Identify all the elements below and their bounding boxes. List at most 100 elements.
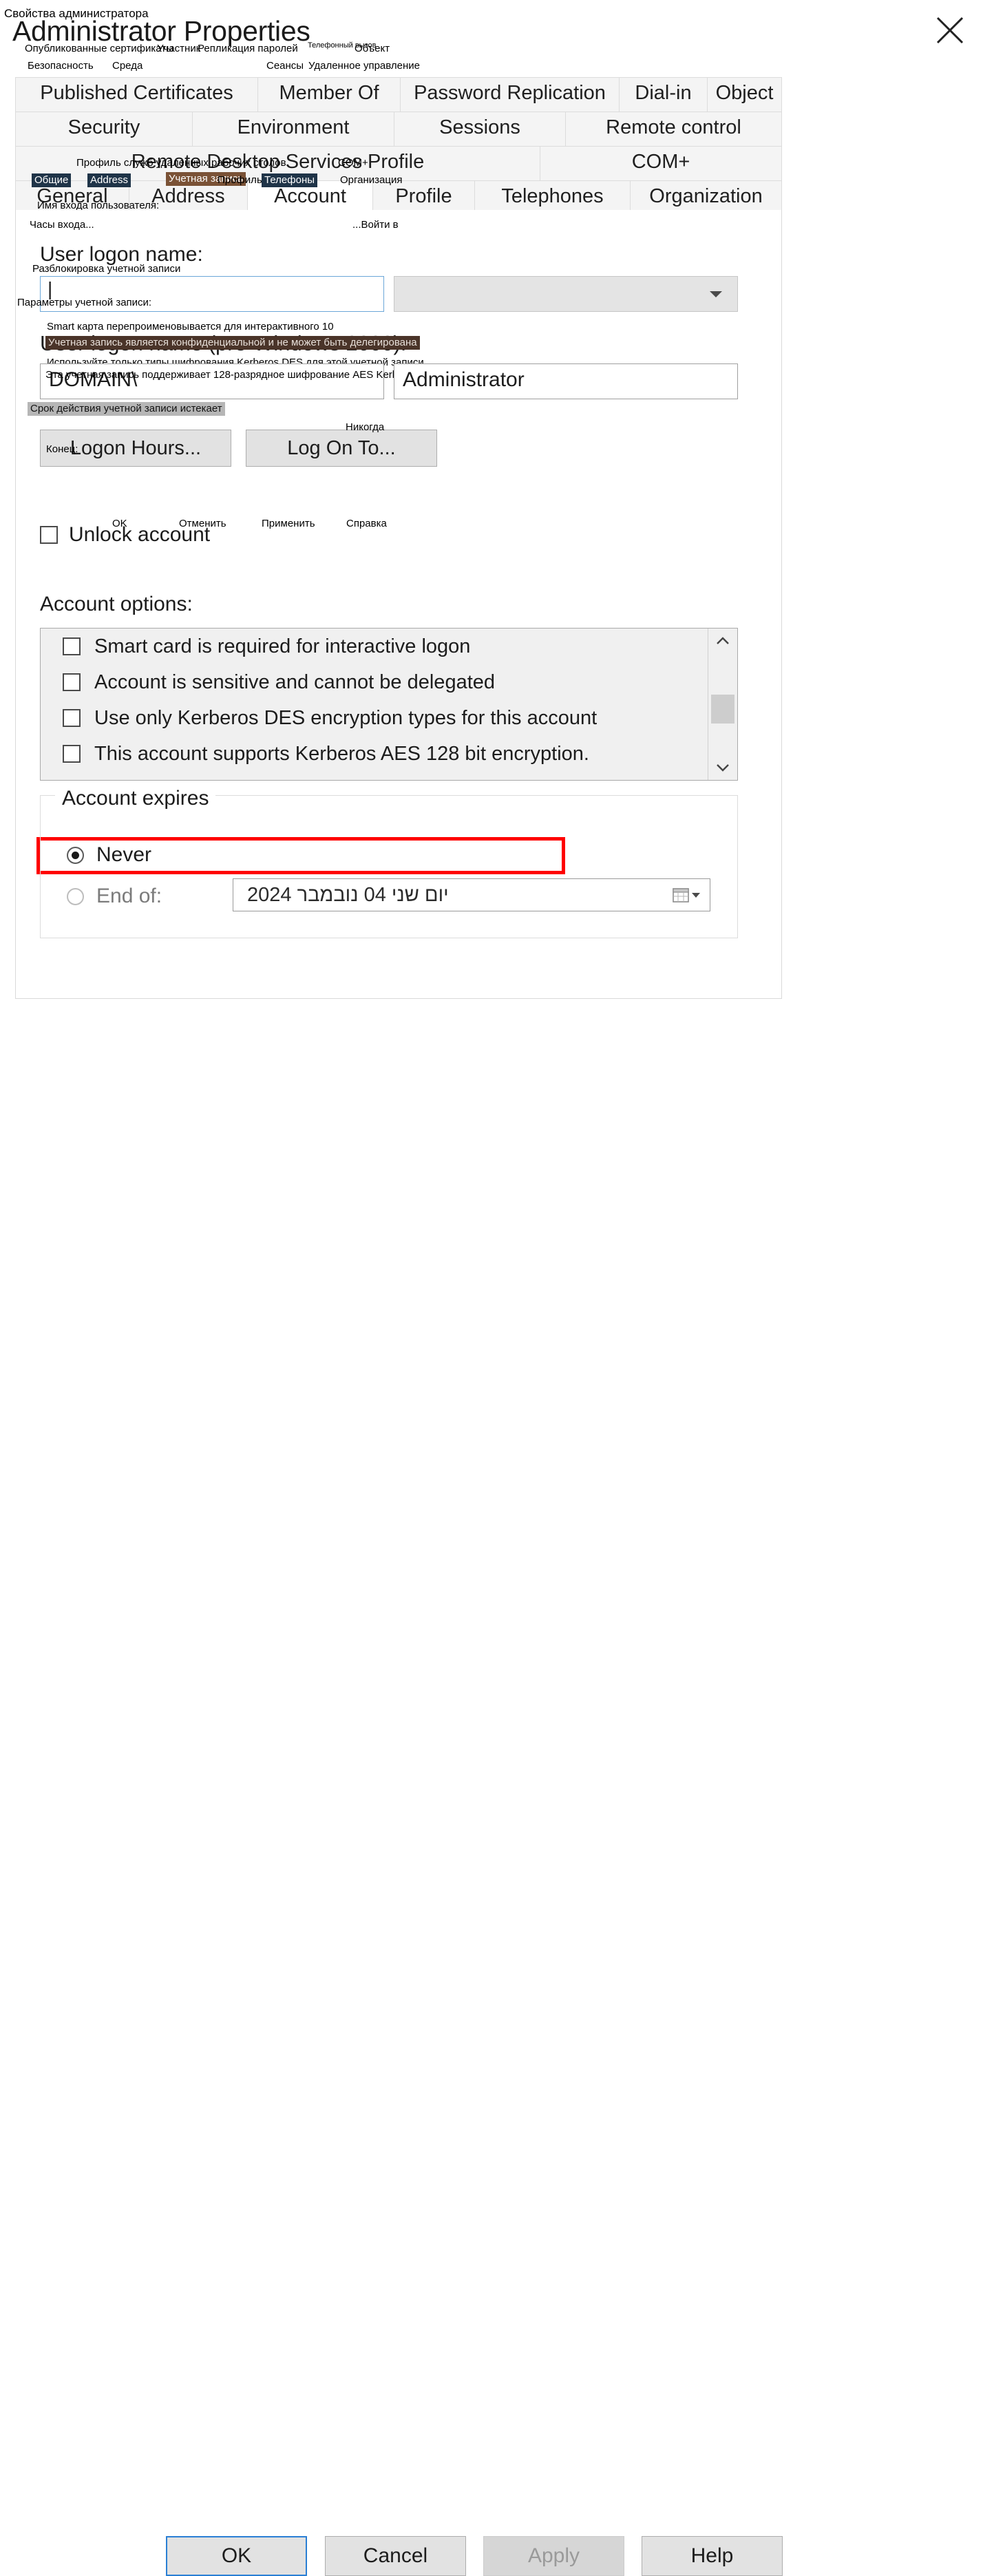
- tab-translation-row0-4: Объект: [355, 43, 390, 54]
- account-options-listbox[interactable]: Smart card is required for interactive l…: [40, 628, 738, 781]
- tab-dial-in[interactable]: Dial-in: [620, 78, 708, 112]
- apply-translation: Применить: [262, 518, 315, 529]
- end-of-radio-row[interactable]: End of:: [67, 885, 162, 908]
- account-option-label: Account is sensitive and cannot be deleg…: [94, 671, 496, 693]
- log-on-to-button[interactable]: Log On To...: [246, 430, 437, 467]
- tab-label: Dial-in: [635, 82, 692, 104]
- never-label: Never: [96, 843, 152, 866]
- tab-label: Organization: [649, 185, 763, 207]
- tab-overlay-translation-3: Address: [87, 173, 131, 187]
- tab-label: Object: [715, 82, 774, 104]
- tab-label: Profile: [395, 185, 452, 207]
- ok-button-label: OK: [221, 2544, 252, 2567]
- tab-translation-row1-1: Среда: [112, 60, 143, 72]
- apply-button[interactable]: Apply: [483, 2536, 624, 2576]
- tab-security[interactable]: Security: [16, 112, 193, 146]
- calendar-dropdown-icon[interactable]: [673, 887, 700, 902]
- account-expires-group: [40, 795, 738, 938]
- account-option-row[interactable]: Account is sensitive and cannot be deleg…: [41, 664, 737, 700]
- scroll-down-icon[interactable]: [708, 755, 737, 780]
- upn-suffix-dropdown[interactable]: [394, 276, 738, 312]
- scrollbar-thumb[interactable]: [711, 695, 734, 724]
- scroll-up-icon[interactable]: [708, 629, 737, 653]
- account-options-translation: Параметры учетной записи:: [17, 297, 152, 308]
- unlock-account-translation: Разблокировка учетной записи: [32, 263, 181, 275]
- tab-label: Environment: [237, 116, 350, 138]
- close-icon[interactable]: [932, 12, 968, 48]
- account-option-label: Smart card is required for interactive l…: [94, 635, 471, 657]
- log-on-to-button-label: Log On To...: [287, 436, 396, 459]
- account-expires-date-input[interactable]: יום שני 04 נובמבר 2024: [233, 878, 710, 911]
- tab-row-security[interactable]: Security Environment Sessions Remote contro…: [16, 112, 781, 147]
- end-translation: Конец:: [46, 443, 78, 455]
- cancel-button[interactable]: Cancel: [325, 2536, 466, 2576]
- account-option-row[interactable]: Use only Kerberos DES encryption types f…: [41, 700, 737, 736]
- tab-label: Member Of: [279, 82, 379, 104]
- tab-overlay-translation-0: Профиль служб удаленных рабочих столов: [76, 157, 286, 169]
- account-options-title: Account options:: [40, 593, 193, 615]
- ok-translation: OK: [112, 518, 127, 529]
- tab-label: Sessions: [439, 116, 520, 138]
- tab-overlay-translation-5: Профиль: [218, 174, 262, 186]
- tab-member-of[interactable]: Member Of: [258, 78, 401, 112]
- account-option-checkbox[interactable]: [63, 673, 81, 691]
- tab-label: COM+: [631, 151, 690, 173]
- logon-hours-translation: Часы входа...: [30, 219, 94, 231]
- account-option-checkbox[interactable]: [63, 745, 81, 763]
- tab-strip[interactable]: Published Certificates Member Of Password …: [15, 77, 782, 277]
- account-expires-date-value: יום שני 04 נובמבר 2024: [247, 883, 449, 906]
- tab-translation-row0-0: Опубликованные сертификаты: [25, 43, 173, 54]
- sam-account-name-value: Administrator: [403, 368, 525, 391]
- tab-object[interactable]: Object: [708, 78, 781, 112]
- never-radio-row[interactable]: Never: [67, 843, 151, 867]
- help-button-label: Help: [690, 2544, 734, 2567]
- tab-label: Password Replication: [414, 82, 606, 104]
- account-option-label: This account supports Kerberos AES 128 b…: [94, 742, 589, 765]
- cancel-button-label: Cancel: [363, 2544, 428, 2567]
- tab-password-replication[interactable]: Password Replication: [401, 78, 620, 112]
- tab-overlay-translation-6: Телефоны: [262, 173, 318, 187]
- logon-hours-button-label: Logon Hours...: [70, 436, 202, 459]
- tab-translation-row0-1: Участник: [157, 43, 201, 54]
- sam-account-name-input[interactable]: Administrator: [394, 363, 738, 399]
- account-option-row[interactable]: Smart card is required for interactive l…: [41, 629, 737, 664]
- account-expires-translation: Срок действия учетной записи истекает: [28, 402, 225, 416]
- tab-published-certificates[interactable]: Published Certificates: [16, 78, 258, 112]
- help-button[interactable]: Help: [642, 2536, 783, 2576]
- cancel-translation: Отменить: [179, 518, 226, 529]
- end-of-radio[interactable]: [67, 887, 84, 905]
- tab-remote-control[interactable]: Remote control: [566, 112, 781, 146]
- help-translation: Справка: [346, 518, 387, 529]
- tab-label: Address: [151, 185, 225, 207]
- chevron-down-icon: [710, 291, 722, 297]
- unlock-account-checkbox[interactable]: [40, 526, 58, 544]
- tab-label: Remote control: [606, 116, 741, 138]
- ok-button[interactable]: OK: [166, 2536, 307, 2576]
- tab-translation-row1-3: Удаленное управление: [308, 60, 420, 72]
- apply-button-label: Apply: [527, 2544, 580, 2567]
- account-option-checkbox[interactable]: [63, 709, 81, 727]
- tab-sessions[interactable]: Sessions: [394, 112, 566, 146]
- tab-translation-row1-2: Сеансы: [266, 60, 304, 72]
- tab-row-published[interactable]: Published Certificates Member Of Password …: [16, 78, 781, 112]
- account-option-label: Use only Kerberos DES encryption types f…: [94, 706, 598, 729]
- account-expires-legend: Account expires: [55, 787, 216, 810]
- tab-overlay-translation-7: Организация: [340, 174, 403, 186]
- log-on-to-translation: ...Войти в: [352, 219, 399, 231]
- account-option-row[interactable]: This account supports Kerberos AES 128 b…: [41, 736, 737, 772]
- never-translation: Никогда: [346, 421, 385, 433]
- tab-label: Security: [67, 116, 140, 138]
- tab-overlay-translation-2: Общие: [32, 173, 72, 187]
- listbox-scrollbar[interactable]: [708, 629, 737, 780]
- aes-translation: Эта учетная запись поддерживает 128-разр…: [45, 369, 421, 381]
- tab-overlay-translation-1: COM+: [338, 157, 368, 169]
- tab-translation-row0-2: Репликация паролей: [198, 43, 298, 54]
- account-option-checkbox[interactable]: [63, 637, 81, 655]
- never-radio[interactable]: [67, 846, 84, 864]
- tab-environment[interactable]: Environment: [193, 112, 394, 146]
- tab-com[interactable]: COM+: [540, 147, 781, 180]
- tab-label: Published Certificates: [40, 82, 233, 104]
- tab-label: Account: [274, 185, 346, 207]
- tab-label: Telephones: [501, 185, 604, 207]
- dialog-footer: OK Cancel Apply Help: [0, 1257, 983, 2576]
